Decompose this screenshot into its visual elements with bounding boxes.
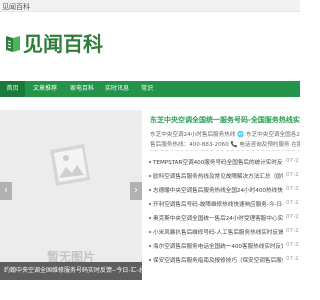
- bullet-icon: [149, 231, 151, 233]
- featured-description-line-1: 东芝中央空调24小时售后服务热线 🌐 东芝中央空调全国各24小时: [150, 132, 300, 138]
- nav-item-live-news[interactable]: 实时讯息: [100, 81, 134, 97]
- list-item[interactable]: 开利空调售后号码-故障维修热线快速响应服务-今-日-汇... 07-2: [149, 199, 300, 209]
- slider-next-button[interactable]: ›: [130, 182, 142, 200]
- list-item-date: 07-2: [286, 172, 299, 178]
- bullet-icon: [149, 217, 151, 219]
- main-nav: 首页 文章推荐 家电百科 实时讯息 常识: [0, 81, 300, 97]
- list-item-title[interactable]: 志德暖中央空调售后服务热线全国24小时400热线快速...: [153, 186, 283, 194]
- logo-text: 见闻百科: [23, 32, 103, 56]
- divider: [150, 150, 300, 151]
- site-logo[interactable]: 见闻百科: [4, 33, 103, 55]
- list-item-date: 07-2: [286, 256, 299, 262]
- nav-item-appliance-wiki[interactable]: 家电百科: [64, 81, 100, 97]
- top-bar-title: 见闻百科: [2, 3, 30, 11]
- bullet-icon: [149, 189, 151, 191]
- slider-caption[interactable]: 约翰中央空调全国维修服务号码实时反馈--今日-汇-总-(仍: [0, 262, 142, 280]
- list-item-title[interactable]: TEMPSTAR空调400服务号码全国售后的统计实时反馈--今...: [153, 158, 283, 166]
- list-item[interactable]: 海尔空调售后服务电话全国统一400客服热线实时反馈--今... 07-2: [149, 241, 300, 251]
- bullet-icon: [149, 259, 151, 261]
- list-item[interactable]: 欧科空调售后服务热线及常见故障解决方法汇总（欧科... 07-2: [149, 171, 300, 181]
- bullet-icon: [149, 203, 151, 205]
- list-item-title[interactable]: 保安空调售后服务指南及报修技巧（保安空调售后服务...: [153, 256, 283, 264]
- list-item-date: 07-2: [286, 228, 299, 234]
- list-item-date: 07-2: [286, 158, 299, 164]
- nav-item-articles[interactable]: 文章推荐: [27, 81, 63, 97]
- bullet-icon: [149, 175, 151, 177]
- list-item-title[interactable]: 开利空调售后号码-故障维修热线快速响应服务-今-日-汇...: [153, 200, 283, 208]
- bullet-icon: [149, 245, 151, 247]
- featured-headline[interactable]: 东芝中央空调全国统一服务号码-全国服务热线实时: [150, 115, 300, 127]
- nav-item-knowledge[interactable]: 常识: [134, 81, 160, 97]
- list-item[interactable]: 小米风暴扒售后维修号码-人工售后服务热线实时反馈--今... 07-2: [149, 227, 300, 237]
- list-item-date: 07-2: [286, 200, 299, 206]
- list-item[interactable]: 奥克斯中央空调全国统一售后24小时受理客服中心实时反馈--今... 07-2: [149, 213, 300, 223]
- list-item-title[interactable]: 海尔空调售后服务电话全国统一400客服热线实时反馈--今...: [153, 242, 283, 250]
- bullet-icon: [149, 161, 151, 163]
- nav-item-home[interactable]: 首页: [0, 81, 25, 97]
- list-item-date: 07-2: [286, 242, 299, 248]
- list-item-title[interactable]: 奥克斯中央空调全国统一售后24小时受理客服中心实时反馈--今...: [153, 214, 283, 222]
- list-item-title[interactable]: 小米风暴扒售后维修号码-人工售后服务热线实时反馈--今...: [153, 228, 283, 236]
- featured-description-line-2: 售后服务热线：400-883-2060 📞 电话咨询及预约服务 在服务: [150, 142, 300, 148]
- list-item-title[interactable]: 欧科空调售后服务热线及常见故障解决方法汇总（欧科...: [153, 172, 283, 180]
- slider-prev-button[interactable]: ‹: [0, 182, 12, 200]
- logo-icon: [4, 34, 22, 54]
- image-placeholder-icon: [44, 140, 96, 192]
- list-item[interactable]: 志德暖中央空调售后服务热线全国24小时400热线快速... 07-2: [149, 185, 300, 195]
- list-item[interactable]: TEMPSTAR空调400服务号码全国售后的统计实时反馈--今... 07-2: [149, 157, 300, 167]
- list-item-date: 07-2: [286, 214, 299, 220]
- image-slider[interactable]: 暂无图片: [0, 110, 142, 280]
- list-item-date: 07-2: [286, 186, 299, 192]
- browser-top-bar: 见闻百科: [0, 0, 300, 12]
- list-item[interactable]: 保安空调售后服务指南及报修技巧（保安空调售后服务... 07-2: [149, 255, 300, 265]
